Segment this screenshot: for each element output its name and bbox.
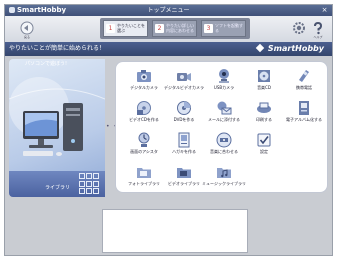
menu-item-video-library[interactable]: ビデオライブラリ xyxy=(166,164,202,194)
postcard-icon xyxy=(178,132,190,148)
menu-item-video-cd[interactable]: ビデオCDを作る xyxy=(126,100,162,130)
tab-step-3-number: 3 xyxy=(204,24,213,33)
menu-item-audio[interactable]: 音楽に合わせる xyxy=(206,132,242,162)
step-tabs: 1 やりたいことを選ぶ 2 やりたい詳しい内容にあわせる 3 ソフトを起動する xyxy=(100,18,250,39)
menu-item-music-cd[interactable]: 音楽CD xyxy=(246,68,282,98)
tab-step-1-number: 1 xyxy=(106,24,115,33)
screen-assistant-icon xyxy=(138,132,150,147)
menu-item-video-camera[interactable]: デジタルビデオカメラ xyxy=(164,68,204,98)
dvd-icon xyxy=(177,101,191,115)
brand-name: SmartHobby xyxy=(267,44,324,53)
menu-item-label: デジタルビデオカメラ xyxy=(164,85,204,90)
description-area xyxy=(102,209,248,253)
menu-item-dvd[interactable]: DVDを作る xyxy=(166,100,202,130)
help-button[interactable]: ヘルプ xyxy=(310,20,326,39)
music-library-icon xyxy=(217,168,231,178)
close-button[interactable]: × xyxy=(320,6,329,14)
audio-icon xyxy=(216,132,232,148)
video-cd-icon xyxy=(137,101,151,115)
tab-step-1[interactable]: 1 やりたいことを選ぶ xyxy=(103,20,148,37)
brand-logo: SmartHobby xyxy=(255,43,324,55)
usb-camera-icon xyxy=(219,69,229,83)
video-camera-icon xyxy=(177,73,191,81)
tab-step-2-label: やりたい詳しい内容にあわせる xyxy=(166,23,194,33)
menu-item-label: 印刷する xyxy=(256,117,272,122)
menu-item-label: 設定 xyxy=(260,149,268,154)
tab-step-2[interactable]: 2 やりたい詳しい内容にあわせる xyxy=(152,20,197,37)
menu-item-label: ビデオCDを作る xyxy=(129,117,159,122)
menu-item-label: 電子アルバム化する xyxy=(286,117,322,122)
menu-item-mail-attach[interactable]: メールに添付する xyxy=(206,100,242,130)
computer-illustration-icon xyxy=(9,77,105,156)
e-album-icon xyxy=(299,101,309,115)
banner: やりたいことが簡単に始められる！ SmartHobby xyxy=(5,42,332,56)
back-label: 戻る xyxy=(23,35,30,39)
title-bar: SmartHobby トップメニュー × xyxy=(5,5,332,16)
tab-step-1-label: やりたいことを選ぶ xyxy=(117,23,145,33)
print-icon xyxy=(257,102,271,113)
menu-item-label: ビデオライブラリ xyxy=(168,181,200,186)
menu-item-digital-camera[interactable]: デジタルカメラ xyxy=(126,68,162,98)
diamond-icon xyxy=(255,43,265,53)
library-grid-icon xyxy=(79,173,101,195)
settings-button[interactable] xyxy=(291,20,307,36)
menu-item-label: 音楽CD xyxy=(257,85,271,90)
video-library-icon xyxy=(177,168,191,178)
menu-item-music-library[interactable]: ミュージックライブラリ xyxy=(202,164,246,194)
music-cd-icon xyxy=(258,70,270,82)
menu-item-label: 携帯電話 xyxy=(296,85,312,90)
menu-item-label: 音楽に合わせる xyxy=(210,149,238,154)
menu-item-label: メールに添付する xyxy=(208,117,240,122)
menu-item-label: ミュージックライブラリ xyxy=(202,181,246,186)
library-strip[interactable]: ライブラリ xyxy=(9,171,105,197)
help-label: ヘルプ xyxy=(313,35,323,39)
menu-item-label: DVDを作る xyxy=(173,117,195,122)
digital-camera-icon xyxy=(137,70,151,82)
gear-icon xyxy=(293,22,305,34)
mobile-phone-icon xyxy=(299,70,309,82)
task-menu-panel: デジタルカメラ デジタルビデオカメラ USBカメラ 音楽CD 携帯電話 ビデオC… xyxy=(115,61,328,193)
tab-step-3-label: ソフトを起動する xyxy=(215,23,243,33)
menu-item-label: USBカメラ xyxy=(213,85,235,90)
menu-item-mobile-phone[interactable]: 携帯電話 xyxy=(286,68,322,98)
settings-checkbox-icon xyxy=(257,133,271,147)
menu-item-label: フォトライブラリ xyxy=(128,181,160,186)
back-arrow-icon xyxy=(20,21,34,35)
menu-item-print[interactable]: 印刷する xyxy=(246,100,282,130)
menu-item-label: ハガキを作る xyxy=(172,149,196,154)
menu-item-settings[interactable]: 設定 xyxy=(246,132,282,162)
menu-item-screen-assistant[interactable]: 画面のアシスタ xyxy=(126,132,162,162)
toolbar: 戻る 1 やりたいことを選ぶ 2 やりたい詳しい内容にあわせる 3 ソフトを起動… xyxy=(5,16,332,43)
question-mark-icon xyxy=(314,21,323,35)
back-button[interactable]: 戻る xyxy=(19,20,35,39)
window-title: トップメニュー xyxy=(147,7,190,14)
menu-item-photo-library[interactable]: フォトライブラリ xyxy=(126,164,162,194)
smarthobby-window: SmartHobby トップメニュー × 戻る 1 やりたいことを選ぶ 2 やり… xyxy=(4,4,333,256)
library-label: ライブラリ xyxy=(45,185,71,191)
menu-item-e-album[interactable]: 電子アルバム化する xyxy=(286,100,322,130)
photo-library-icon xyxy=(137,168,151,178)
menu-item-postcard[interactable]: ハガキを作る xyxy=(166,132,202,162)
tab-step-2-number: 2 xyxy=(155,24,164,33)
menu-item-label: デジタルカメラ xyxy=(130,85,158,90)
menu-item-label: 画面のアシスタ xyxy=(130,149,158,154)
menu-item-usb-camera[interactable]: USBカメラ xyxy=(206,68,242,98)
mail-attach-icon xyxy=(217,101,232,115)
tab-step-3[interactable]: 3 ソフトを起動する xyxy=(201,20,246,37)
hero-illustration: パソコンで遊ぼう! ライブラリ xyxy=(9,59,105,197)
banner-message: やりたいことが簡単に始められる！ xyxy=(9,45,106,52)
